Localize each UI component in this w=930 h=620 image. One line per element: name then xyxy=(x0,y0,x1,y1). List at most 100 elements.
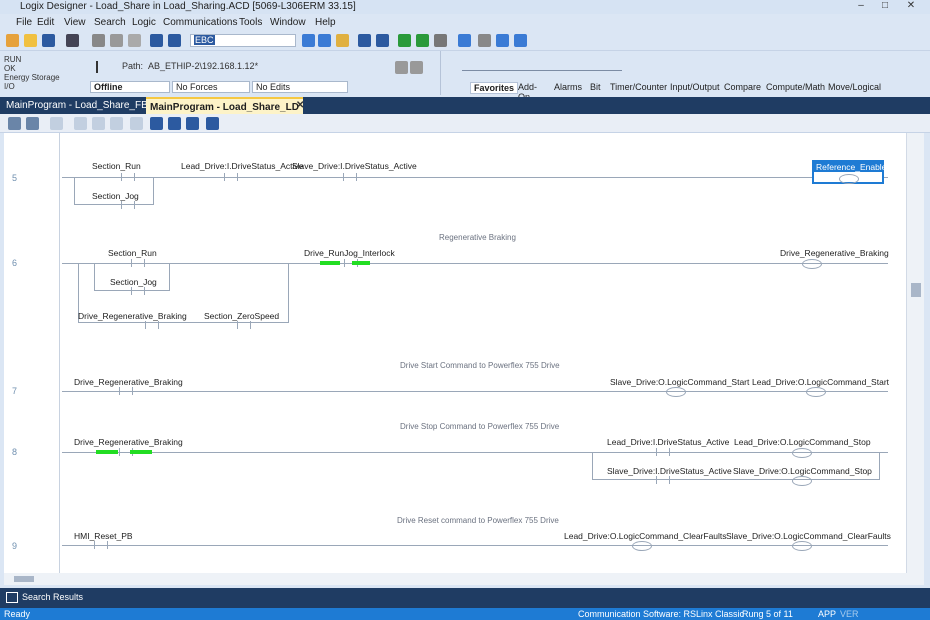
copy-icon[interactable] xyxy=(110,34,123,47)
vertical-scrollbar[interactable] xyxy=(906,133,924,573)
xic-contact[interactable] xyxy=(131,287,145,295)
tag-label[interactable]: Drive_Regenerative_Braking xyxy=(74,377,183,387)
output-tag-label[interactable]: Lead_Drive:O.LogicCommand_Stop xyxy=(734,437,871,447)
ote-coil[interactable] xyxy=(800,259,822,269)
output-tag-label[interactable]: Lead_Drive:O.LogicCommand_Start xyxy=(752,377,889,387)
menu-search[interactable]: Search xyxy=(94,16,126,30)
tag-label[interactable]: Lead_Drive:I.DriveStatus_Active xyxy=(607,437,729,447)
menu-communications[interactable]: Communications xyxy=(163,16,237,30)
menu-view[interactable]: View xyxy=(64,16,86,30)
xio-contact[interactable] xyxy=(237,321,251,329)
redo-icon[interactable] xyxy=(168,34,181,47)
menu-window[interactable]: Window xyxy=(270,16,306,30)
properties-icon[interactable] xyxy=(478,34,491,47)
cut-icon[interactable] xyxy=(92,34,105,47)
menu-file[interactable]: File xyxy=(16,16,32,30)
scroll-thumb[interactable] xyxy=(14,576,34,582)
open-folder-icon[interactable] xyxy=(24,34,37,47)
upload-icon[interactable] xyxy=(434,34,447,47)
xio-icon[interactable] xyxy=(110,117,123,130)
network-icon[interactable] xyxy=(410,61,423,74)
xic-icon[interactable] xyxy=(92,117,105,130)
rung-icon[interactable] xyxy=(50,117,63,130)
tab-move-logical[interactable]: Move/Logical xyxy=(828,82,881,92)
search-combo[interactable]: EBC xyxy=(190,34,296,47)
ote-coil[interactable] xyxy=(664,387,686,397)
verify-icon[interactable] xyxy=(358,34,371,47)
tag-label[interactable]: Section_Run xyxy=(108,248,157,258)
tag-label[interactable]: Section_Jog xyxy=(92,191,139,201)
tab-input-output[interactable]: Input/Output xyxy=(670,82,720,92)
horizontal-scrollbar[interactable] xyxy=(4,573,924,585)
tag-label[interactable]: Section_ZeroSpeed xyxy=(204,311,279,321)
xic-contact[interactable] xyxy=(343,173,357,181)
menu-help[interactable]: Help xyxy=(315,16,336,30)
download-icon[interactable] xyxy=(416,34,429,47)
ladder-editor[interactable]: 5 Section_Run Lead_Drive:I.DriveStatus_A… xyxy=(4,133,906,573)
ote-coil[interactable] xyxy=(804,387,826,397)
output-tag-label[interactable]: Slave_Drive:O.LogicCommand_Stop xyxy=(733,466,872,476)
menu-tools[interactable]: Tools xyxy=(239,16,262,30)
xic-contact[interactable] xyxy=(94,541,108,549)
address-icon[interactable] xyxy=(186,117,199,130)
tag-label[interactable]: Drive_Regenerative_Braking xyxy=(74,437,183,447)
tags-icon[interactable] xyxy=(458,34,471,47)
close-button[interactable]: ✕ xyxy=(900,0,922,14)
zoom-in-icon[interactable] xyxy=(8,117,21,130)
path-browse-icon[interactable] xyxy=(395,61,408,74)
tab-close-icon[interactable]: ✕ xyxy=(292,97,308,114)
tab-timer-counter[interactable]: Timer/Counter xyxy=(610,82,667,92)
ote-coil[interactable] xyxy=(790,541,812,551)
wrap-icon[interactable] xyxy=(206,117,219,130)
output-tag-label[interactable]: Slave_Drive:O.LogicCommand_ClearFaults xyxy=(726,531,891,541)
browse-icon[interactable] xyxy=(336,34,349,47)
show-comments-icon[interactable] xyxy=(168,117,181,130)
save-icon[interactable] xyxy=(42,34,55,47)
edits-dropdown[interactable]: No Edits xyxy=(252,81,348,93)
tag-label[interactable]: Lead_Drive:I.DriveStatus_Active xyxy=(181,161,303,171)
tag-label[interactable]: Drive_RunJog_Interlock xyxy=(304,248,395,258)
tab-compute-math[interactable]: Compute/Math xyxy=(766,82,825,92)
xic-contact[interactable] xyxy=(224,173,238,181)
tab-alarms[interactable]: Alarms xyxy=(554,82,582,92)
selected-output-box[interactable]: Reference_Enable xyxy=(812,160,886,184)
tab-load-share-fb[interactable]: MainProgram - Load_Share_FB xyxy=(2,97,152,114)
menu-edit[interactable]: Edit xyxy=(37,16,54,30)
xic-contact[interactable] xyxy=(656,476,670,484)
compare-icon[interactable] xyxy=(496,34,509,47)
output-tag-label[interactable]: Drive_Regenerative_Braking xyxy=(780,248,889,258)
xic-contact[interactable] xyxy=(119,387,133,395)
output-tag-label[interactable]: Slave_Drive:O.LogicCommand_Start xyxy=(610,377,749,387)
new-file-icon[interactable] xyxy=(6,34,19,47)
branch-icon[interactable] xyxy=(74,117,87,130)
minimize-button[interactable]: – xyxy=(850,0,872,14)
tag-label[interactable]: Section_Jog xyxy=(110,277,157,287)
tab-compare[interactable]: Compare xyxy=(724,82,761,92)
output-tag-label[interactable]: Lead_Drive:O.LogicCommand_ClearFaults xyxy=(564,531,727,541)
tab-load-share-ld[interactable]: MainProgram - Load_Share_LD xyxy=(146,97,303,114)
tag-label[interactable]: Drive_Regenerative_Braking xyxy=(78,311,187,321)
maximize-button[interactable]: □ xyxy=(874,0,896,14)
verify-all-icon[interactable] xyxy=(376,34,389,47)
find-next-icon[interactable] xyxy=(318,34,331,47)
online-icon[interactable] xyxy=(398,34,411,47)
ote-coil[interactable] xyxy=(630,541,652,551)
tag-label[interactable]: HMI_Reset_PB xyxy=(74,531,133,541)
mode-dropdown[interactable]: Offline xyxy=(90,81,170,93)
tag-label[interactable]: Slave_Drive:I.DriveStatus_Active xyxy=(607,466,732,476)
ote-coil[interactable] xyxy=(790,476,812,486)
tag-label[interactable]: Section_Run xyxy=(92,161,141,171)
paste-icon[interactable] xyxy=(128,34,141,47)
tab-bit[interactable]: Bit xyxy=(590,82,601,92)
scroll-thumb[interactable] xyxy=(911,283,921,297)
search-results-tab[interactable]: Search Results xyxy=(22,592,83,602)
xio-contact[interactable] xyxy=(145,321,159,329)
tab-favorites[interactable]: Favorites xyxy=(470,82,519,94)
instruction-palette[interactable] xyxy=(462,61,622,71)
forces-dropdown[interactable]: No Forces xyxy=(172,81,250,93)
find-icon[interactable] xyxy=(302,34,315,47)
print-icon[interactable] xyxy=(66,34,79,47)
ote-icon[interactable] xyxy=(130,117,143,130)
xic-contact[interactable] xyxy=(121,201,135,209)
tag-description-icon[interactable] xyxy=(150,117,163,130)
